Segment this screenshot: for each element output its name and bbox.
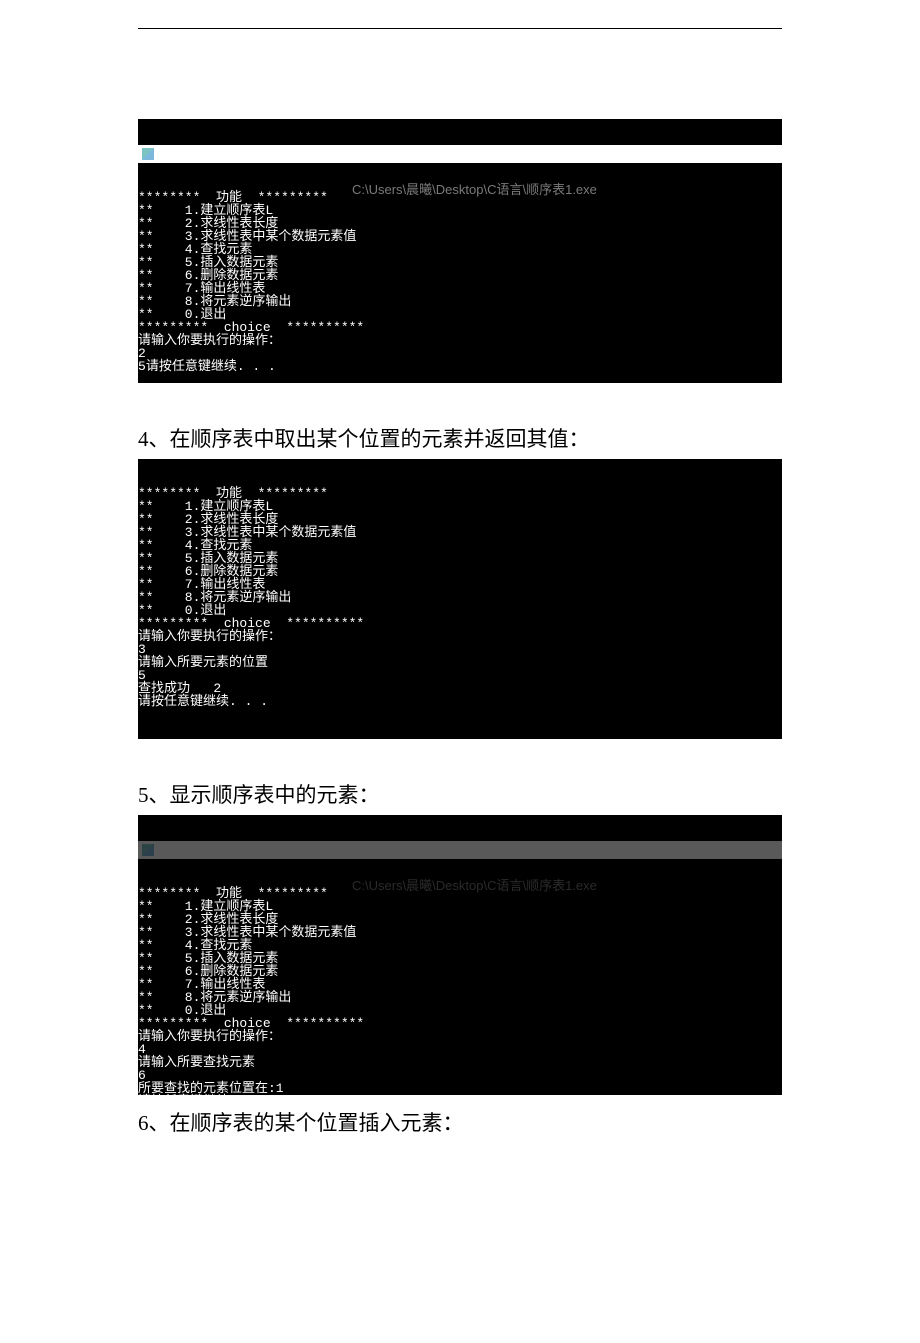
heading-4: 4、在顺序表中取出某个位置的元素并返回其值： <box>138 423 782 453</box>
section-console-1: C:\Users\晨曦\Desktop\C语言\顺序表1.exe *******… <box>138 119 782 383</box>
prompt-find: 请输入所要查找元素 <box>138 1055 255 1070</box>
console-body-2: ******** 功能 ********* ** 1.建立顺序表L ** 2.求… <box>138 485 782 710</box>
titlebar-text: C:\Users\晨曦\Desktop\C语言\顺序表1.exe <box>352 878 597 893</box>
section-4: 4、在顺序表中取出某个位置的元素并返回其值： ******** 功能 *****… <box>138 423 782 739</box>
press-any-key: 请按任意键继续. . . <box>138 694 268 709</box>
page-top-rule <box>138 28 782 29</box>
heading-6: 6、在顺序表的某个位置插入元素： <box>138 1107 782 1137</box>
output-value: 5 <box>138 359 146 374</box>
prompt-operation: 请输入你要执行的操作： <box>138 1029 281 1044</box>
section-5: 5、显示顺序表中的元素： C:\Users\晨曦\Desktop\C语言\顺序表… <box>138 779 782 1137</box>
prompt-operation: 请输入你要执行的操作： <box>138 629 281 644</box>
prompt-operation: 请输入你要执行的操作： <box>138 333 281 348</box>
console-window-3: C:\Users\晨曦\Desktop\C语言\顺序表1.exe *******… <box>138 815 782 1095</box>
console-titlebar: C:\Users\晨曦\Desktop\C语言\顺序表1.exe <box>138 145 782 163</box>
console-window-1: C:\Users\晨曦\Desktop\C语言\顺序表1.exe *******… <box>138 119 782 383</box>
titlebar-text: C:\Users\晨曦\Desktop\C语言\顺序表1.exe <box>352 182 597 197</box>
system-icon <box>142 844 154 856</box>
document-page: C:\Users\晨曦\Desktop\C语言\顺序表1.exe *******… <box>0 28 920 1343</box>
console-body-3: ******** 功能 ********* ** 1.建立顺序表L ** 2.求… <box>138 885 782 1095</box>
prompt-position: 请输入所要元素的位置 <box>138 655 268 670</box>
console-titlebar-faded: C:\Users\晨曦\Desktop\C语言\顺序表1.exe <box>138 841 782 859</box>
system-icon <box>142 148 154 160</box>
heading-5: 5、显示顺序表中的元素： <box>138 779 782 809</box>
result-text: 所要查找的元素位置在:1 <box>138 1081 284 1095</box>
press-any-key: 请按任意键继续. . . <box>146 359 276 374</box>
console-window-2: ******** 功能 ********* ** 1.建立顺序表L ** 2.求… <box>138 459 782 739</box>
press-any-key: 请按任意键继续. . . <box>138 1094 268 1095</box>
